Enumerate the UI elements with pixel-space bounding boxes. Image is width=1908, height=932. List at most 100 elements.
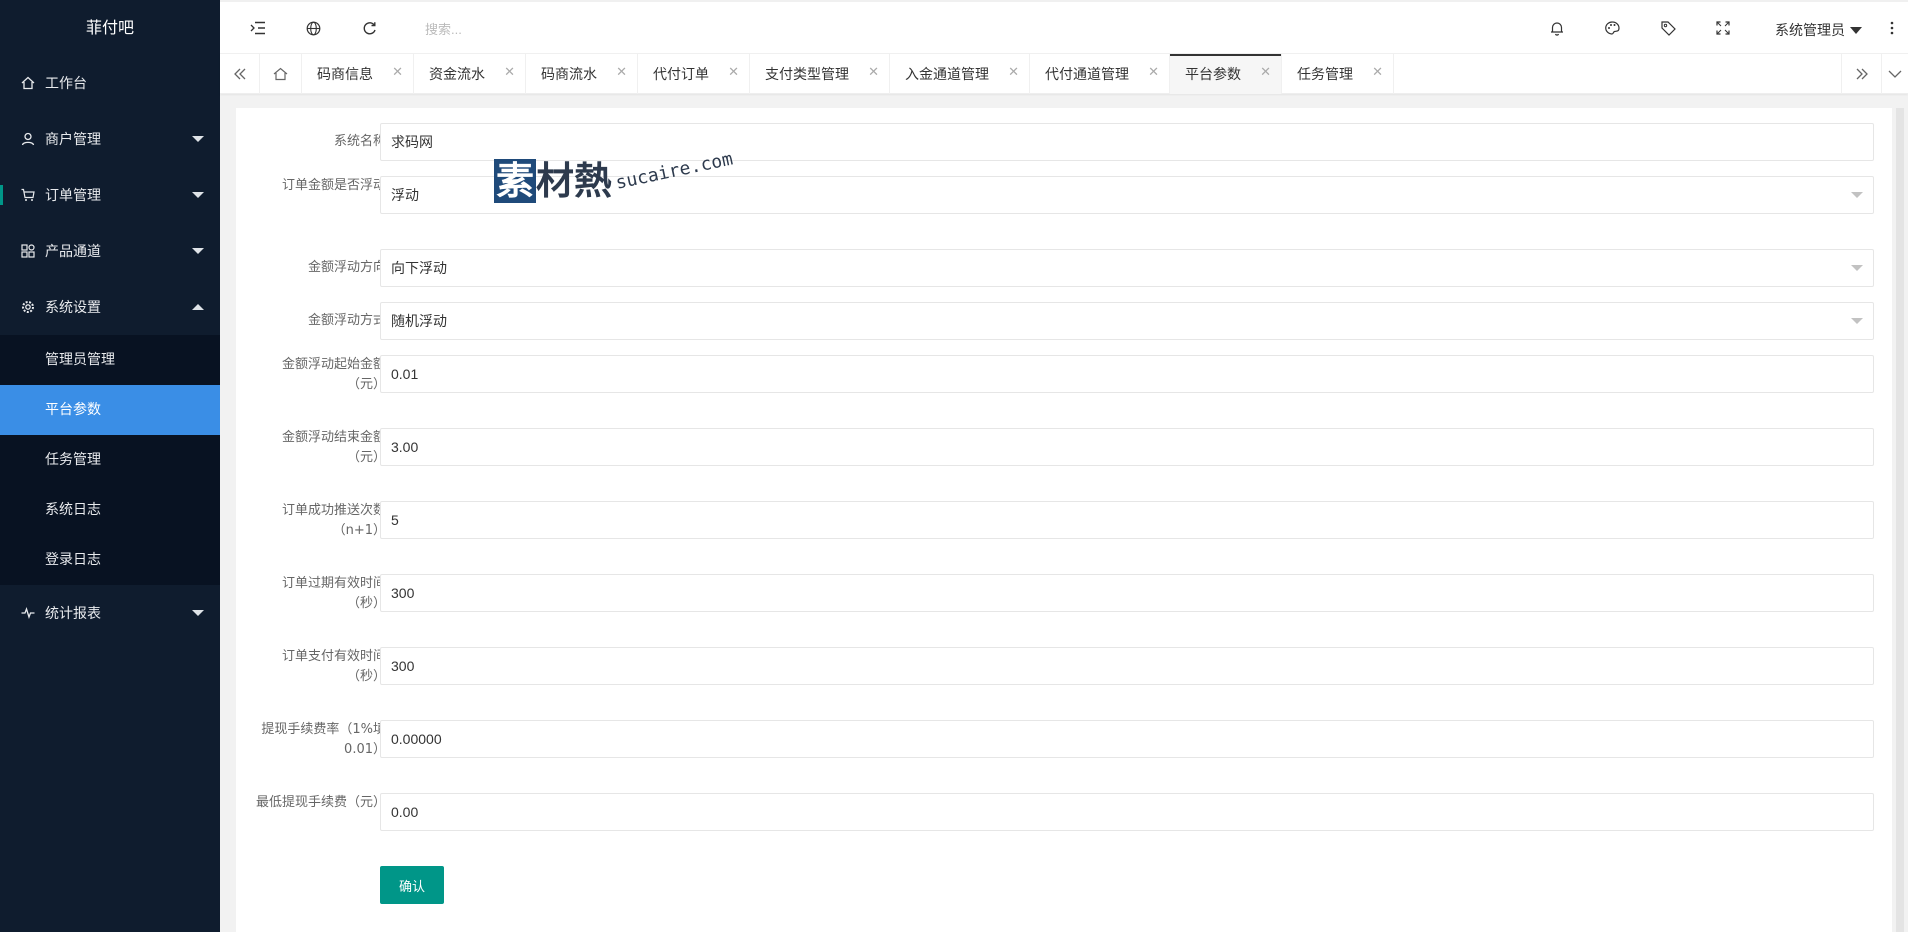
caret-down-icon bbox=[192, 192, 204, 198]
bell-icon[interactable] bbox=[1547, 18, 1567, 38]
tab-merchant-flow[interactable]: 码商流水 ✕ bbox=[526, 54, 638, 94]
field-label: 最低提现手续费（元） bbox=[256, 795, 387, 810]
fullscreen-icon[interactable] bbox=[1713, 18, 1733, 38]
theme-palette-icon[interactable] bbox=[1602, 18, 1622, 38]
close-icon[interactable]: ✕ bbox=[728, 65, 739, 80]
float-start-amount-input[interactable] bbox=[380, 355, 1874, 393]
tabs-scroll-left-icon[interactable] bbox=[220, 54, 260, 94]
field-label: 金额浮动结束金额（元） bbox=[281, 430, 386, 465]
field-label: 系统名称 bbox=[333, 134, 386, 149]
scrollbar[interactable] bbox=[1892, 108, 1908, 932]
field-label: 订单成功推送次数（n+1） bbox=[281, 503, 386, 538]
tab-merchant-info[interactable]: 码商信息 ✕ bbox=[302, 54, 414, 94]
sidebar: 菲付吧 工作台 商户管理 订单管理 产品通道 系统设置 管理员管理 平台参数 任… bbox=[0, 0, 220, 932]
caret-down-icon bbox=[1850, 26, 1862, 34]
sidebar-item-label: 订单管理 bbox=[45, 188, 101, 204]
tab-label: 平台参数 bbox=[1185, 67, 1241, 83]
close-icon[interactable]: ✕ bbox=[1372, 65, 1383, 80]
sidebar-item-workbench[interactable]: 工作台 bbox=[0, 55, 220, 111]
min-withdraw-fee-input[interactable] bbox=[380, 793, 1874, 831]
tab-label: 代付订单 bbox=[653, 67, 709, 83]
sidebar-subitem-platform-params[interactable]: 平台参数 bbox=[0, 385, 220, 435]
field-label: 订单金额是否浮动 bbox=[281, 178, 386, 193]
close-icon[interactable]: ✕ bbox=[504, 65, 515, 80]
search-input[interactable] bbox=[425, 18, 625, 40]
tab-label: 资金流水 bbox=[429, 67, 485, 83]
confirm-button[interactable]: 确认 bbox=[380, 866, 444, 904]
sidebar-item-merchant[interactable]: 商户管理 bbox=[0, 111, 220, 167]
user-menu[interactable]: 系统管理员 bbox=[1775, 20, 1862, 40]
sidebar-item-orders[interactable]: 订单管理 bbox=[0, 167, 220, 223]
caret-down-icon bbox=[192, 610, 204, 616]
tab-label: 任务管理 bbox=[1297, 67, 1353, 83]
tab-home[interactable] bbox=[260, 54, 302, 94]
close-icon[interactable]: ✕ bbox=[1260, 65, 1271, 80]
select-value: 随机浮动 bbox=[391, 313, 447, 329]
watermark-domain: sucaire.com bbox=[613, 148, 735, 194]
tab-bar: 码商信息 ✕ 资金流水 ✕ 码商流水 ✕ 代付订单 ✕ 支付类型管理 ✕ 入金通… bbox=[220, 54, 1908, 94]
field-label: 金额浮动方向 bbox=[307, 260, 386, 275]
tabs-scroll-right-icon[interactable] bbox=[1841, 54, 1881, 94]
order-pay-time-input[interactable] bbox=[380, 647, 1874, 685]
watermark-logo: 素材熱 sucaire.com bbox=[494, 148, 735, 205]
tab-label: 码商流水 bbox=[541, 67, 597, 83]
more-vertical-icon[interactable] bbox=[1882, 18, 1902, 38]
home-icon bbox=[273, 67, 288, 81]
sidebar-item-label: 商户管理 bbox=[45, 132, 101, 148]
sidebar-item-label: 产品通道 bbox=[45, 244, 101, 260]
push-count-input[interactable] bbox=[380, 501, 1874, 539]
sidebar-subitem-admin[interactable]: 管理员管理 bbox=[0, 335, 220, 385]
sidebar-item-label: 系统设置 bbox=[45, 300, 101, 316]
user-name: 系统管理员 bbox=[1775, 23, 1845, 39]
field-label: 订单支付有效时间（秒） bbox=[281, 649, 386, 684]
sidebar-item-reports[interactable]: 统计报表 bbox=[0, 585, 220, 641]
tab-label: 支付类型管理 bbox=[765, 67, 849, 83]
sidebar-item-label: 工作台 bbox=[45, 76, 87, 92]
sidebar-subitem-login-log[interactable]: 登录日志 bbox=[0, 535, 220, 585]
menu-fold-icon[interactable] bbox=[248, 18, 268, 38]
float-end-amount-input[interactable] bbox=[380, 428, 1874, 466]
apps-icon bbox=[20, 243, 36, 259]
order-expire-time-input[interactable] bbox=[380, 574, 1874, 612]
sidebar-item-product-channel[interactable]: 产品通道 bbox=[0, 223, 220, 279]
tab-label: 入金通道管理 bbox=[905, 67, 989, 83]
tab-task-management[interactable]: 任务管理 ✕ bbox=[1282, 54, 1394, 94]
sidebar-subitem-system-log[interactable]: 系统日志 bbox=[0, 485, 220, 535]
scrollbar-thumb[interactable] bbox=[1896, 108, 1904, 932]
top-header: 系统管理员 bbox=[220, 0, 1908, 54]
pulse-icon bbox=[20, 605, 36, 621]
tab-fund-flow[interactable]: 资金流水 ✕ bbox=[414, 54, 526, 94]
tab-deposit-channels[interactable]: 入金通道管理 ✕ bbox=[890, 54, 1030, 94]
field-label: 订单过期有效时间（秒） bbox=[281, 576, 386, 611]
sidebar-item-system-settings[interactable]: 系统设置 bbox=[0, 279, 220, 335]
close-icon[interactable]: ✕ bbox=[1148, 65, 1159, 80]
select-value: 向下浮动 bbox=[391, 260, 447, 276]
watermark-text: 素材熱 bbox=[494, 159, 613, 203]
caret-down-icon bbox=[192, 136, 204, 142]
globe-icon[interactable] bbox=[303, 18, 323, 38]
user-icon bbox=[20, 131, 36, 147]
tab-payout-channels[interactable]: 代付通道管理 ✕ bbox=[1030, 54, 1170, 94]
refresh-icon[interactable] bbox=[359, 18, 379, 38]
float-mode-select[interactable]: 随机浮动 bbox=[380, 302, 1874, 340]
close-icon[interactable]: ✕ bbox=[868, 65, 879, 80]
close-icon[interactable]: ✕ bbox=[616, 65, 627, 80]
app-title: 菲付吧 bbox=[0, 0, 220, 55]
tab-label: 码商信息 bbox=[317, 67, 373, 83]
caret-down-icon bbox=[192, 248, 204, 254]
tabs-dropdown-icon[interactable] bbox=[1881, 54, 1908, 94]
field-label: 提现手续费率（1%填0.01） bbox=[261, 722, 386, 757]
tab-label: 代付通道管理 bbox=[1045, 67, 1129, 83]
tab-payment-types[interactable]: 支付类型管理 ✕ bbox=[750, 54, 890, 94]
tag-icon[interactable] bbox=[1658, 18, 1678, 38]
select-value: 浮动 bbox=[391, 187, 419, 203]
float-direction-select[interactable]: 向下浮动 bbox=[380, 249, 1874, 287]
close-icon[interactable]: ✕ bbox=[1008, 65, 1019, 80]
tab-payout-orders[interactable]: 代付订单 ✕ bbox=[638, 54, 750, 94]
platform-params-form: 系统名称 订单金额是否浮动 浮动 金额浮动方向 向下浮动 金额浮动方式 随机浮动… bbox=[236, 108, 1892, 932]
tab-platform-params[interactable]: 平台参数 ✕ bbox=[1170, 54, 1282, 94]
sidebar-subitem-tasks[interactable]: 任务管理 bbox=[0, 435, 220, 485]
close-icon[interactable]: ✕ bbox=[392, 65, 403, 80]
withdraw-fee-rate-input[interactable] bbox=[380, 720, 1874, 758]
home-icon bbox=[20, 75, 36, 91]
